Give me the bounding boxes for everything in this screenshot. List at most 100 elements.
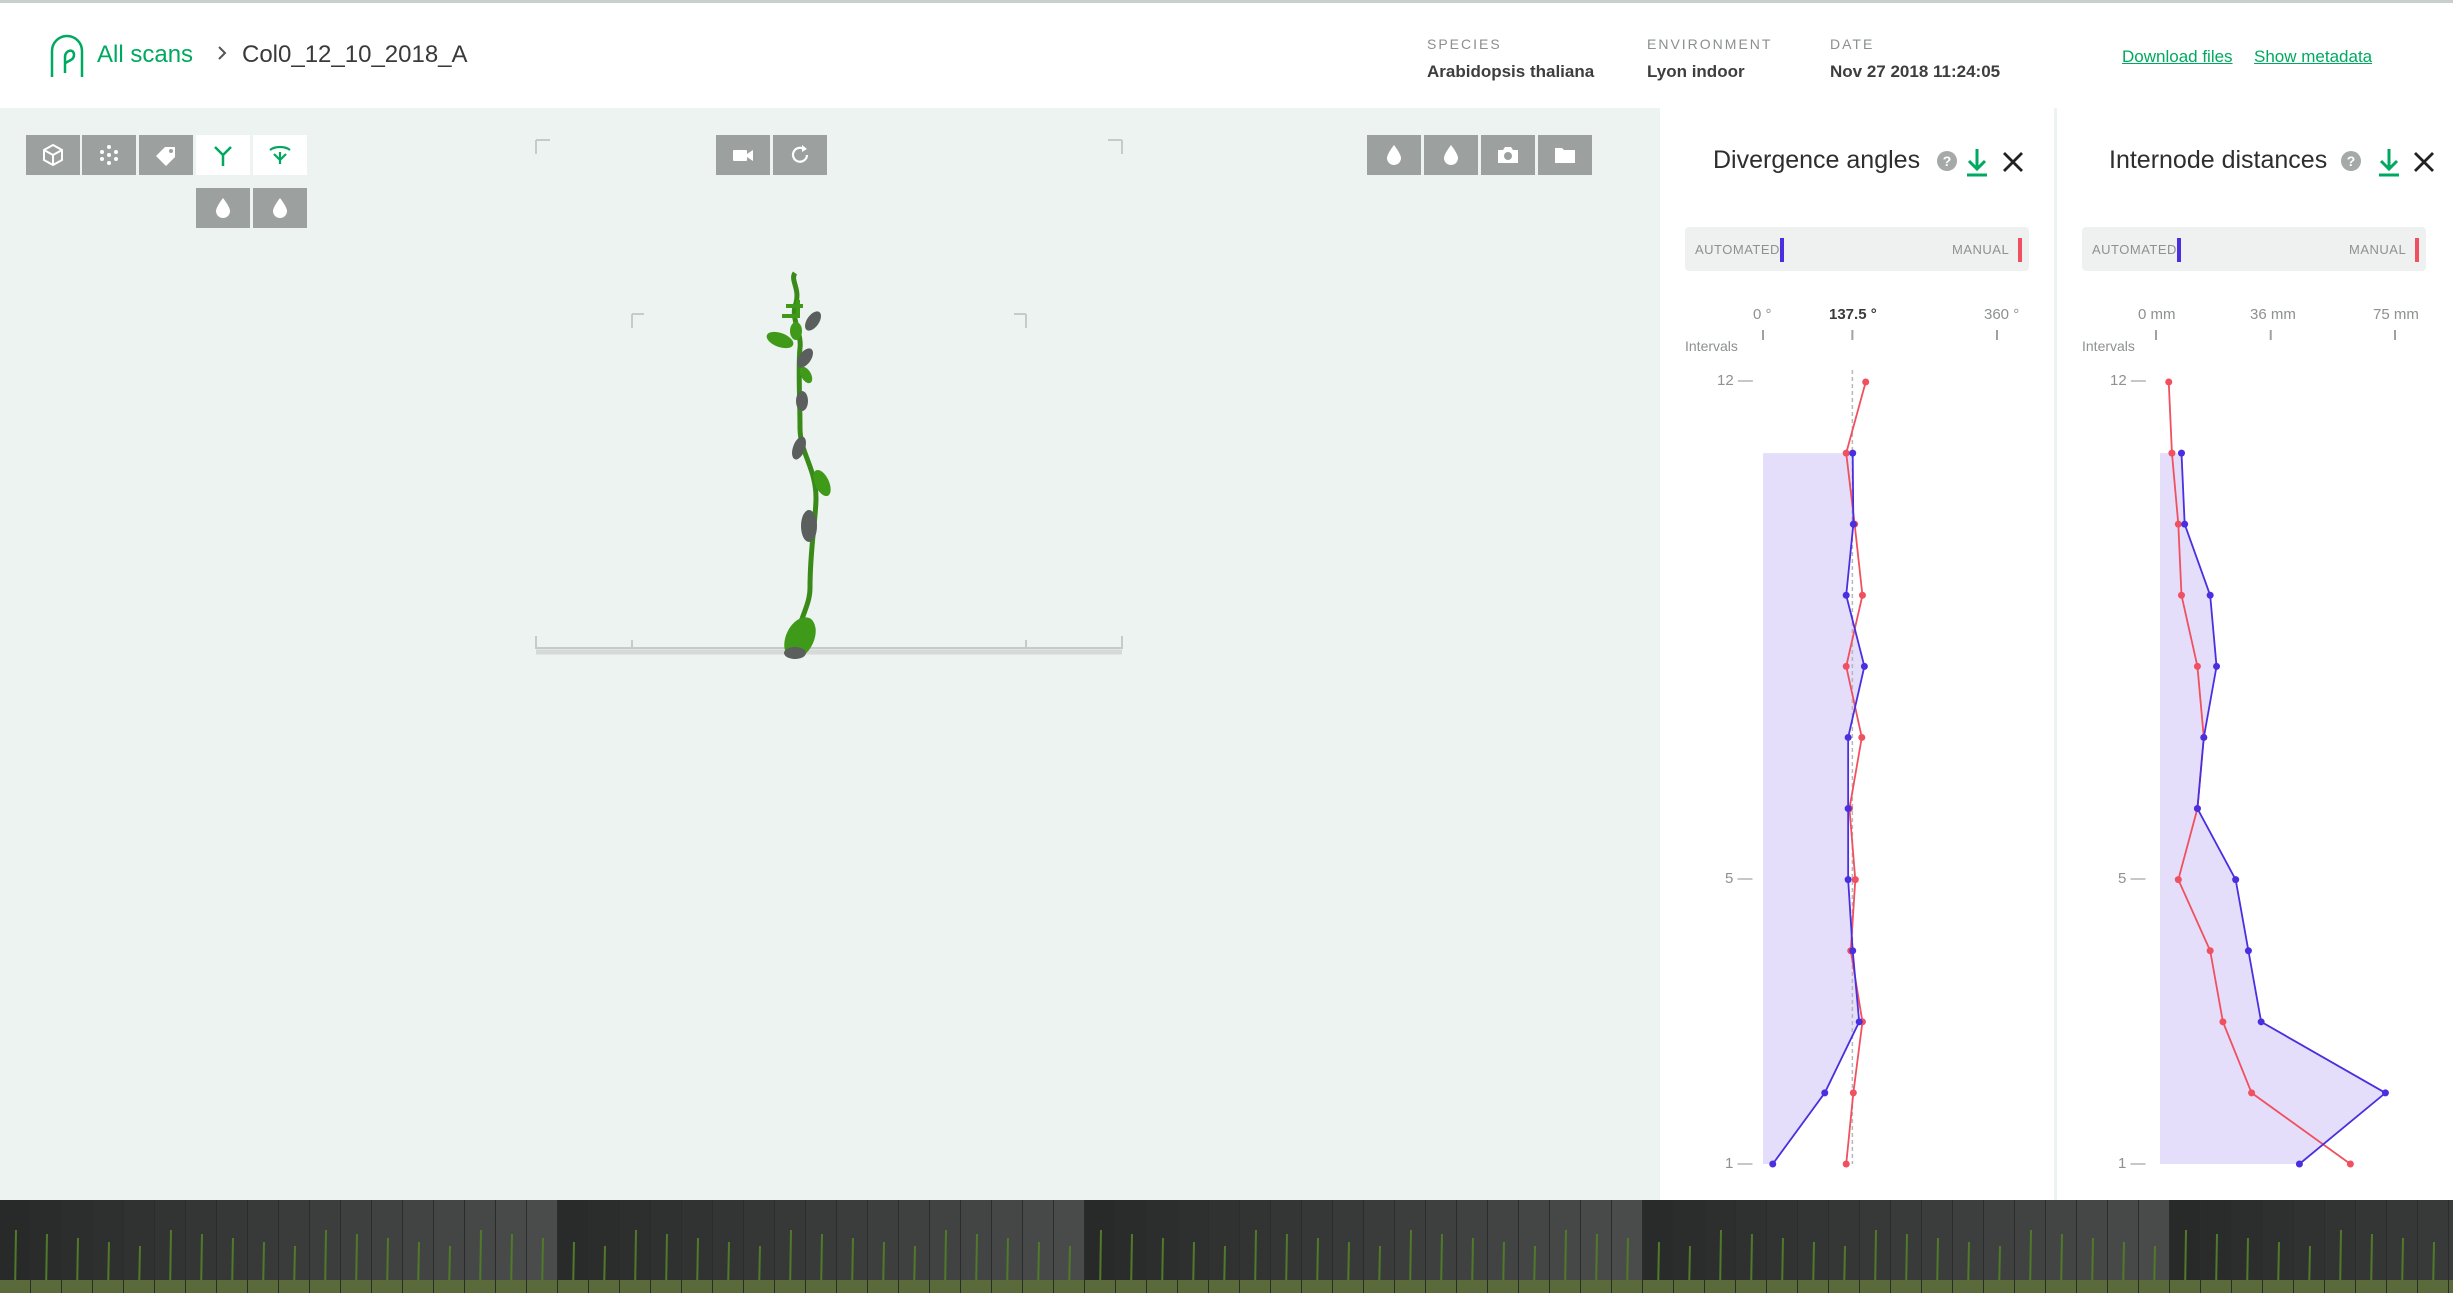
automated-data-point: [1855, 1018, 1863, 1026]
skeleton-toggle-button[interactable]: [196, 135, 250, 175]
thumbnail-pot: [2139, 1280, 2169, 1293]
date-value: Nov 27 2018 11:24:05: [1830, 62, 2001, 81]
thumbnail-pot: [1271, 1280, 1301, 1293]
folder-icon: [1555, 148, 1575, 163]
manual-data-point: [1862, 378, 1870, 386]
divergence-angles-panel: Divergence angles ? AUTOMATED MANUAL 0 °…: [1660, 108, 2054, 1200]
thumbnail-pot: [1333, 1280, 1363, 1293]
thumbnail-pot: [1426, 1280, 1456, 1293]
automated-data-point: [2257, 1018, 2265, 1026]
droplet-icon: [1387, 145, 1401, 165]
thumbnail-pot: [1302, 1280, 1332, 1293]
automated-data-point: [2177, 449, 2185, 457]
mesh-color-button[interactable]: [1424, 135, 1478, 175]
thumbnail-pot: [2077, 1280, 2107, 1293]
manual-data-point: [2346, 1160, 2354, 1168]
thumbnail-pot: [1395, 1280, 1425, 1293]
thumbnail-pot: [2449, 1280, 2453, 1293]
thumbnail-pot: [496, 1280, 526, 1293]
skeleton-icon: [214, 146, 232, 166]
mesh-toggle-button[interactable]: [26, 135, 80, 175]
thumbnail-pot: [2294, 1280, 2324, 1293]
environment-value: Lyon indoor: [1647, 62, 1745, 81]
automated-data-point: [1849, 449, 1857, 457]
thumbnail-pot: [279, 1280, 309, 1293]
automated-area-band: [2160, 453, 2386, 1164]
thumbnail-pot: [1674, 1280, 1704, 1293]
automated-data-point: [2213, 662, 2221, 670]
snapshot-button[interactable]: [1481, 135, 1535, 175]
droplet-icon: [216, 198, 230, 218]
automated-data-point: [1844, 805, 1852, 813]
manual-data-point: [1851, 876, 1859, 884]
automated-data-point: [2232, 876, 2240, 884]
mesh-icon: [43, 143, 63, 167]
automated-data-point: [1842, 591, 1850, 599]
manual-data-point: [2206, 947, 2214, 955]
background-color-button[interactable]: [1367, 135, 1421, 175]
automated-data-point: [2206, 591, 2214, 599]
thumbnail-pot: [1891, 1280, 1921, 1293]
thumbnail-pot: [1705, 1280, 1735, 1293]
thumbnail-pot: [2170, 1280, 2200, 1293]
thumbnail-pot: [868, 1280, 898, 1293]
thumbnail-pot: [651, 1280, 681, 1293]
date-label: DATE: [1830, 36, 1875, 52]
breadcrumb-current-scan: Col0_12_10_2018_A: [242, 41, 468, 68]
scan-thumbnails[interactable]: [0, 1200, 2453, 1293]
manual-data-point: [2165, 378, 2173, 386]
thumbnail-pot: [217, 1280, 247, 1293]
thumbnail-pot: [434, 1280, 464, 1293]
automated-data-point: [1844, 733, 1852, 741]
breadcrumb-all-scans[interactable]: All scans: [97, 41, 193, 69]
manual-data-point: [2174, 876, 2182, 884]
point-cloud-toggle-button[interactable]: [82, 135, 136, 175]
manual-data-point: [2193, 662, 2201, 670]
thumbnail-pot: [1860, 1280, 1890, 1293]
environment-meta: ENVIRONMENT Lyon indoor: [1647, 36, 1772, 82]
thumbnail-pot: [341, 1280, 371, 1293]
species-value: Arabidopsis thaliana: [1427, 62, 1595, 81]
automated-data-point: [1849, 947, 1857, 955]
automated-data-point: [2381, 1089, 2389, 1097]
organs-icon: [269, 145, 291, 164]
thumbnail-pot: [1116, 1280, 1146, 1293]
manual-data-point: [1842, 662, 1850, 670]
color-manual-button[interactable]: [253, 188, 307, 228]
image-strip[interactable]: [0, 1200, 2453, 1293]
3d-scene-canvas[interactable]: [520, 118, 1140, 768]
color-automated-button[interactable]: [196, 188, 250, 228]
point-cloud-icon: [100, 145, 118, 165]
thumbnail-pot: [2325, 1280, 2355, 1293]
thumbnail-pot: [899, 1280, 929, 1293]
date-meta: DATE Nov 27 2018 11:24:05: [1830, 36, 2000, 82]
manual-data-point: [1842, 1160, 1850, 1168]
thumbnail-pot: [0, 1280, 30, 1293]
3d-viewer[interactable]: ?: [0, 108, 1660, 1290]
thumbnail-pot: [186, 1280, 216, 1293]
plant-scanner-logo-icon[interactable]: [48, 33, 86, 79]
download-files-link[interactable]: Download files: [2122, 47, 2233, 67]
manual-data-point: [2219, 1018, 2227, 1026]
automated-data-point: [1821, 1089, 1829, 1097]
thumbnail-pot: [992, 1280, 1022, 1293]
manual-data-point: [1858, 591, 1866, 599]
thumbnail-pot: [2201, 1280, 2231, 1293]
thumbnail-pot: [2418, 1280, 2448, 1293]
show-metadata-link[interactable]: Show metadata: [2254, 47, 2372, 67]
thumbnail-pot: [682, 1280, 712, 1293]
manual-data-point: [1842, 449, 1850, 457]
thumbnail-pot: [1798, 1280, 1828, 1293]
automated-data-point: [2200, 733, 2208, 741]
labels-toggle-button[interactable]: [139, 135, 193, 175]
thumbnail-pot: [837, 1280, 867, 1293]
organs-toggle-button[interactable]: [253, 135, 307, 175]
thumbnail-pot: [1612, 1280, 1642, 1293]
thumbnail-pot: [1488, 1280, 1518, 1293]
thumbnail-pot: [124, 1280, 154, 1293]
thumbnail-pot: [589, 1280, 619, 1293]
open-folder-button[interactable]: [1538, 135, 1592, 175]
manual-data-point: [2168, 449, 2176, 457]
thumbnail-pot: [2046, 1280, 2076, 1293]
thumbnail-pot: [372, 1280, 402, 1293]
